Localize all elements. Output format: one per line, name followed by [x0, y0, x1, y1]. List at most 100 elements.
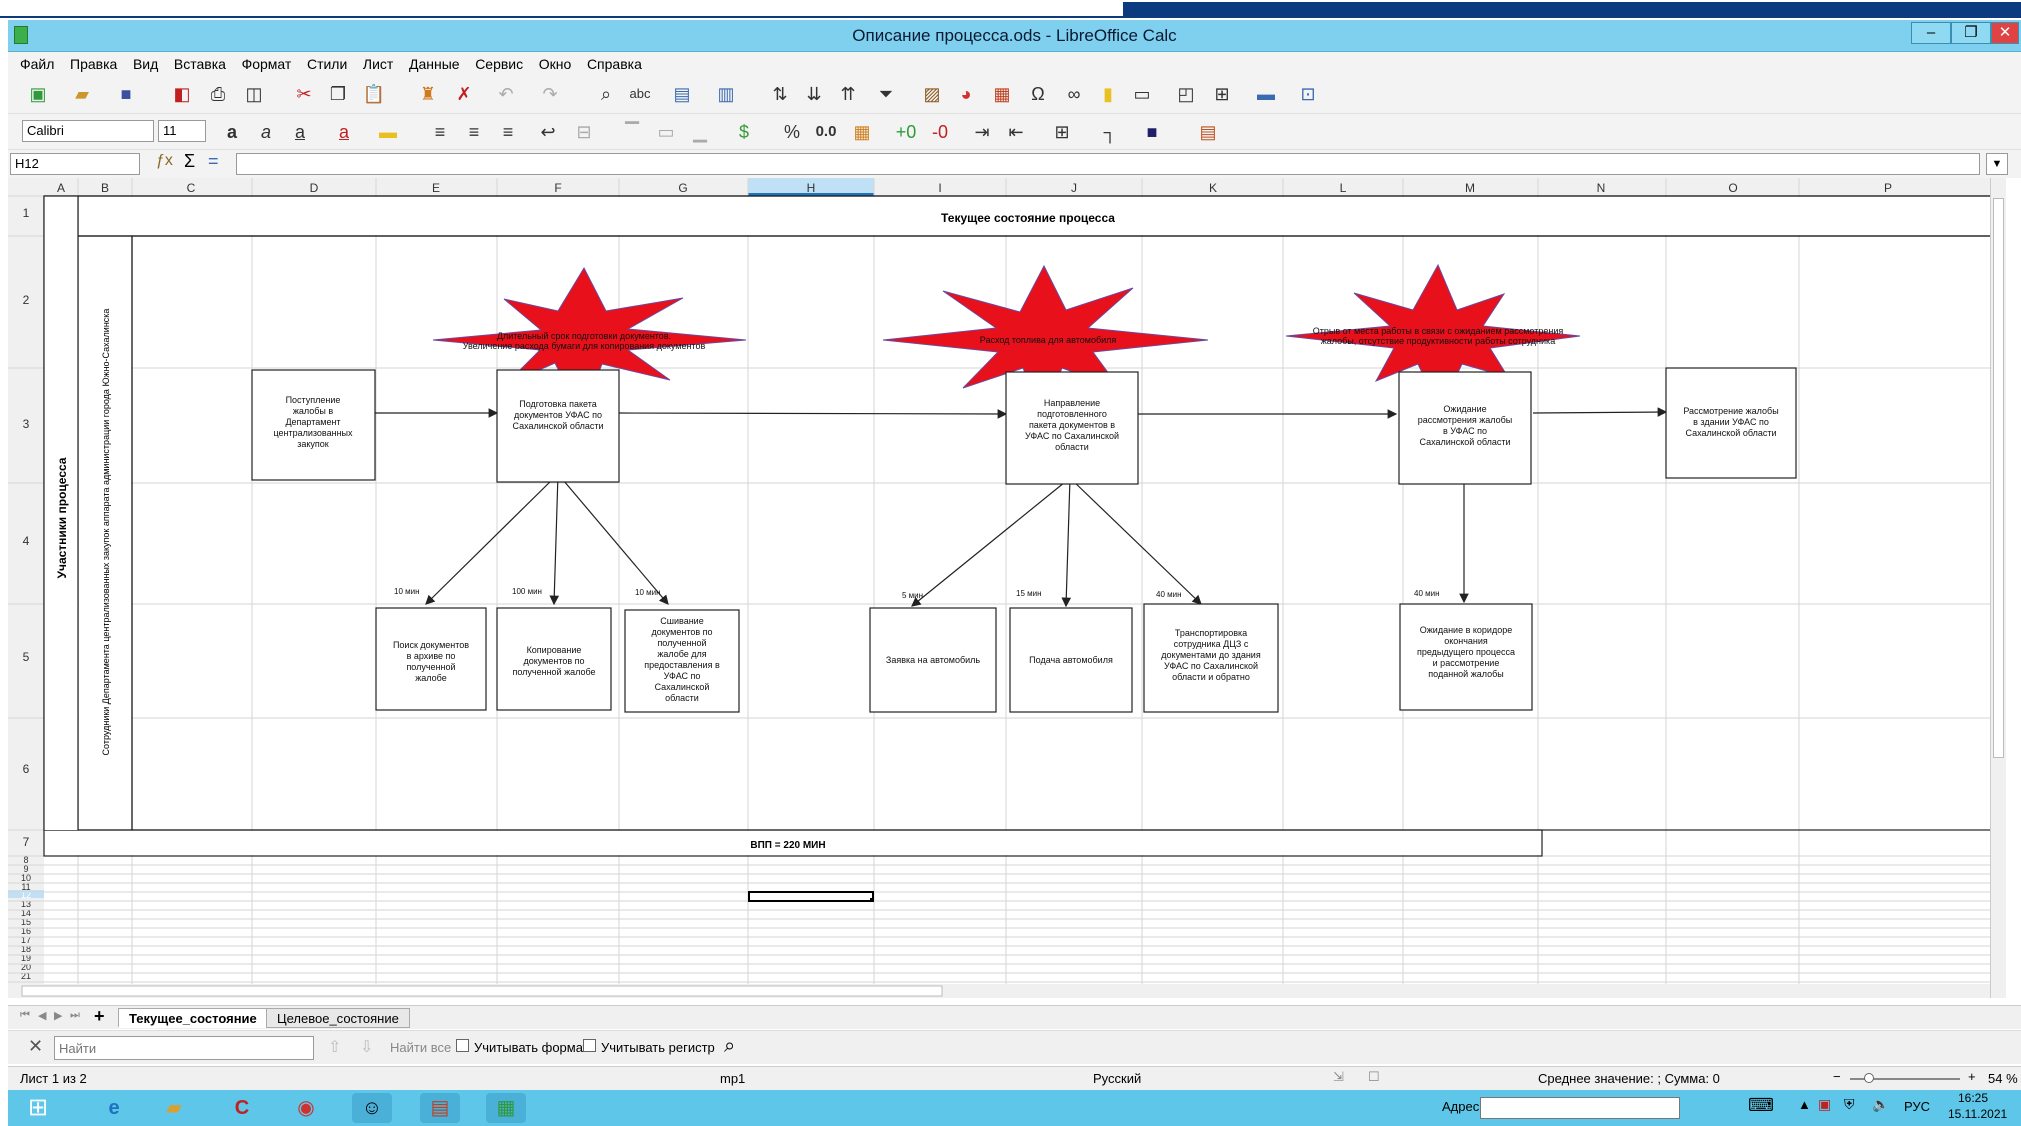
- row-header-6[interactable]: 6: [23, 762, 30, 776]
- close-button[interactable]: ✕: [1991, 22, 2019, 44]
- menu-edit[interactable]: Правка: [70, 52, 117, 76]
- keyboard-icon[interactable]: ⌨: [1748, 1095, 1774, 1116]
- wrap-text-icon[interactable]: ↩: [534, 118, 562, 146]
- align-middle-icon[interactable]: ▭: [652, 118, 680, 146]
- menu-insert[interactable]: Вставка: [174, 52, 226, 76]
- row-header-1[interactable]: 1: [23, 206, 30, 220]
- copy-icon[interactable]: ❐: [324, 80, 352, 108]
- vertical-scrollbar[interactable]: [1990, 178, 2006, 998]
- sort-ascending-icon[interactable]: ⇊: [800, 80, 828, 108]
- last-sheet-icon[interactable]: ⏭: [70, 1009, 80, 1022]
- date-format-icon[interactable]: ▦: [848, 118, 876, 146]
- name-box[interactable]: H12: [10, 153, 140, 175]
- hyperlink-icon[interactable]: ∞: [1060, 80, 1088, 108]
- function-wizard-icon[interactable]: ƒx: [156, 152, 173, 170]
- maximize-button[interactable]: ❐: [1951, 22, 1991, 44]
- input-language[interactable]: РУС: [1904, 1099, 1930, 1114]
- menu-sheet[interactable]: Лист: [363, 52, 393, 76]
- menu-tools[interactable]: Сервис: [475, 52, 523, 76]
- column-header-e[interactable]: E: [432, 181, 440, 195]
- document-modified-icon[interactable]: ☐: [1368, 1069, 1380, 1085]
- column-header-i[interactable]: I: [938, 181, 941, 195]
- column-header-h[interactable]: H: [807, 181, 816, 195]
- find-input[interactable]: [54, 1036, 314, 1060]
- spellcheck-icon[interactable]: abc: [626, 80, 654, 108]
- align-right-icon[interactable]: ≡: [494, 118, 522, 146]
- first-sheet-icon[interactable]: ⏮: [20, 1009, 30, 1022]
- paste-icon[interactable]: 📋: [360, 80, 388, 108]
- selection-mode-icon[interactable]: ⇲: [1333, 1069, 1344, 1085]
- horizontal-scrollbar-thumb[interactable]: [21, 985, 943, 997]
- freeze-rows-icon[interactable]: ⊞: [1208, 80, 1236, 108]
- font-size-combo[interactable]: 11: [158, 120, 206, 142]
- special-character-icon[interactable]: Ω: [1024, 80, 1052, 108]
- chrome-icon[interactable]: ◉: [286, 1093, 326, 1123]
- match-format-checkbox[interactable]: [456, 1039, 469, 1052]
- increase-indent-icon[interactable]: ⇥: [968, 118, 996, 146]
- file-explorer-icon[interactable]: ▰: [154, 1093, 194, 1123]
- row-header-4[interactable]: 4: [23, 534, 30, 548]
- align-center-icon[interactable]: ≡: [460, 118, 488, 146]
- column-header-l[interactable]: L: [1340, 181, 1347, 195]
- save-icon[interactable]: ■: [112, 80, 140, 108]
- find-next-icon[interactable]: ⇩: [360, 1037, 373, 1057]
- print-preview-icon[interactable]: ◫: [240, 80, 268, 108]
- bold-icon[interactable]: a: [218, 118, 246, 146]
- clock-time[interactable]: 16:25: [1958, 1091, 1988, 1105]
- page-style[interactable]: mp1: [720, 1071, 745, 1086]
- selected-cell-h12[interactable]: [748, 891, 874, 902]
- menu-window[interactable]: Окно: [539, 52, 572, 76]
- column-header-f[interactable]: F: [554, 181, 561, 195]
- new-icon[interactable]: ▣: [24, 80, 52, 108]
- delete-decimal-icon[interactable]: -0: [926, 118, 954, 146]
- split-window-icon[interactable]: ▬: [1252, 80, 1280, 108]
- next-sheet-icon[interactable]: ▶: [54, 1009, 62, 1022]
- expand-formula-bar-icon[interactable]: ▼: [1986, 153, 2008, 175]
- address-input[interactable]: [1480, 1097, 1680, 1119]
- formula-icon[interactable]: =: [208, 151, 219, 172]
- menu-view[interactable]: Вид: [133, 52, 158, 76]
- column-header-m[interactable]: M: [1465, 181, 1475, 195]
- vertical-scrollbar-thumb[interactable]: [1993, 198, 2004, 758]
- menu-format[interactable]: Формат: [242, 52, 292, 76]
- find-all-button[interactable]: Найти все: [390, 1040, 451, 1055]
- font-color-icon[interactable]: a: [330, 118, 358, 146]
- minimize-button[interactable]: –: [1911, 22, 1951, 44]
- add-sheet-icon[interactable]: +: [94, 1006, 105, 1027]
- match-case-checkbox[interactable]: [583, 1039, 596, 1052]
- conditional-format-icon[interactable]: ▤: [1194, 118, 1222, 146]
- header-footer-icon[interactable]: ▭: [1128, 80, 1156, 108]
- autofilter-icon[interactable]: ⏷: [872, 80, 900, 108]
- decrease-indent-icon[interactable]: ⇤: [1002, 118, 1030, 146]
- cut-icon[interactable]: ✂: [290, 80, 318, 108]
- calc-taskbar-icon[interactable]: ▦: [486, 1093, 526, 1123]
- row-header-2[interactable]: 2: [23, 293, 30, 307]
- security-icon[interactable]: ⛨: [1844, 1096, 1855, 1113]
- column-header-k[interactable]: K: [1209, 181, 1217, 195]
- image-icon[interactable]: ▨: [918, 80, 946, 108]
- column-header-b[interactable]: B: [101, 181, 109, 195]
- align-top-icon[interactable]: ▔: [618, 118, 646, 146]
- tab-target-state[interactable]: Целевое_состояние: [266, 1008, 410, 1028]
- column-icon[interactable]: ▥: [712, 80, 740, 108]
- language-status[interactable]: Русский: [1093, 1071, 1141, 1086]
- row-header-3[interactable]: 3: [23, 417, 30, 431]
- clock-date[interactable]: 15.11.2021: [1948, 1107, 2007, 1121]
- column-header-p[interactable]: P: [1884, 181, 1892, 195]
- borders-icon[interactable]: ⊞: [1048, 118, 1076, 146]
- column-header-c[interactable]: C: [187, 181, 196, 195]
- close-find-icon[interactable]: ✕: [28, 1036, 43, 1057]
- network-icon[interactable]: ▣: [1818, 1096, 1831, 1113]
- tab-current-state[interactable]: Текущее_состояние: [118, 1008, 268, 1028]
- italic-icon[interactable]: a: [252, 118, 280, 146]
- font-name-combo[interactable]: Calibri: [22, 120, 154, 142]
- internet-explorer-icon[interactable]: e: [94, 1093, 134, 1123]
- column-header-n[interactable]: N: [1597, 181, 1606, 195]
- menu-file[interactable]: Файл: [20, 52, 54, 76]
- redo-icon[interactable]: ↷: [536, 80, 564, 108]
- sum-icon[interactable]: Σ: [184, 151, 195, 172]
- column-header-g[interactable]: G: [678, 181, 687, 195]
- currency-icon[interactable]: $: [730, 118, 758, 146]
- border-style-icon[interactable]: ┐: [1096, 118, 1124, 146]
- start-button-icon[interactable]: ⊞: [18, 1093, 58, 1123]
